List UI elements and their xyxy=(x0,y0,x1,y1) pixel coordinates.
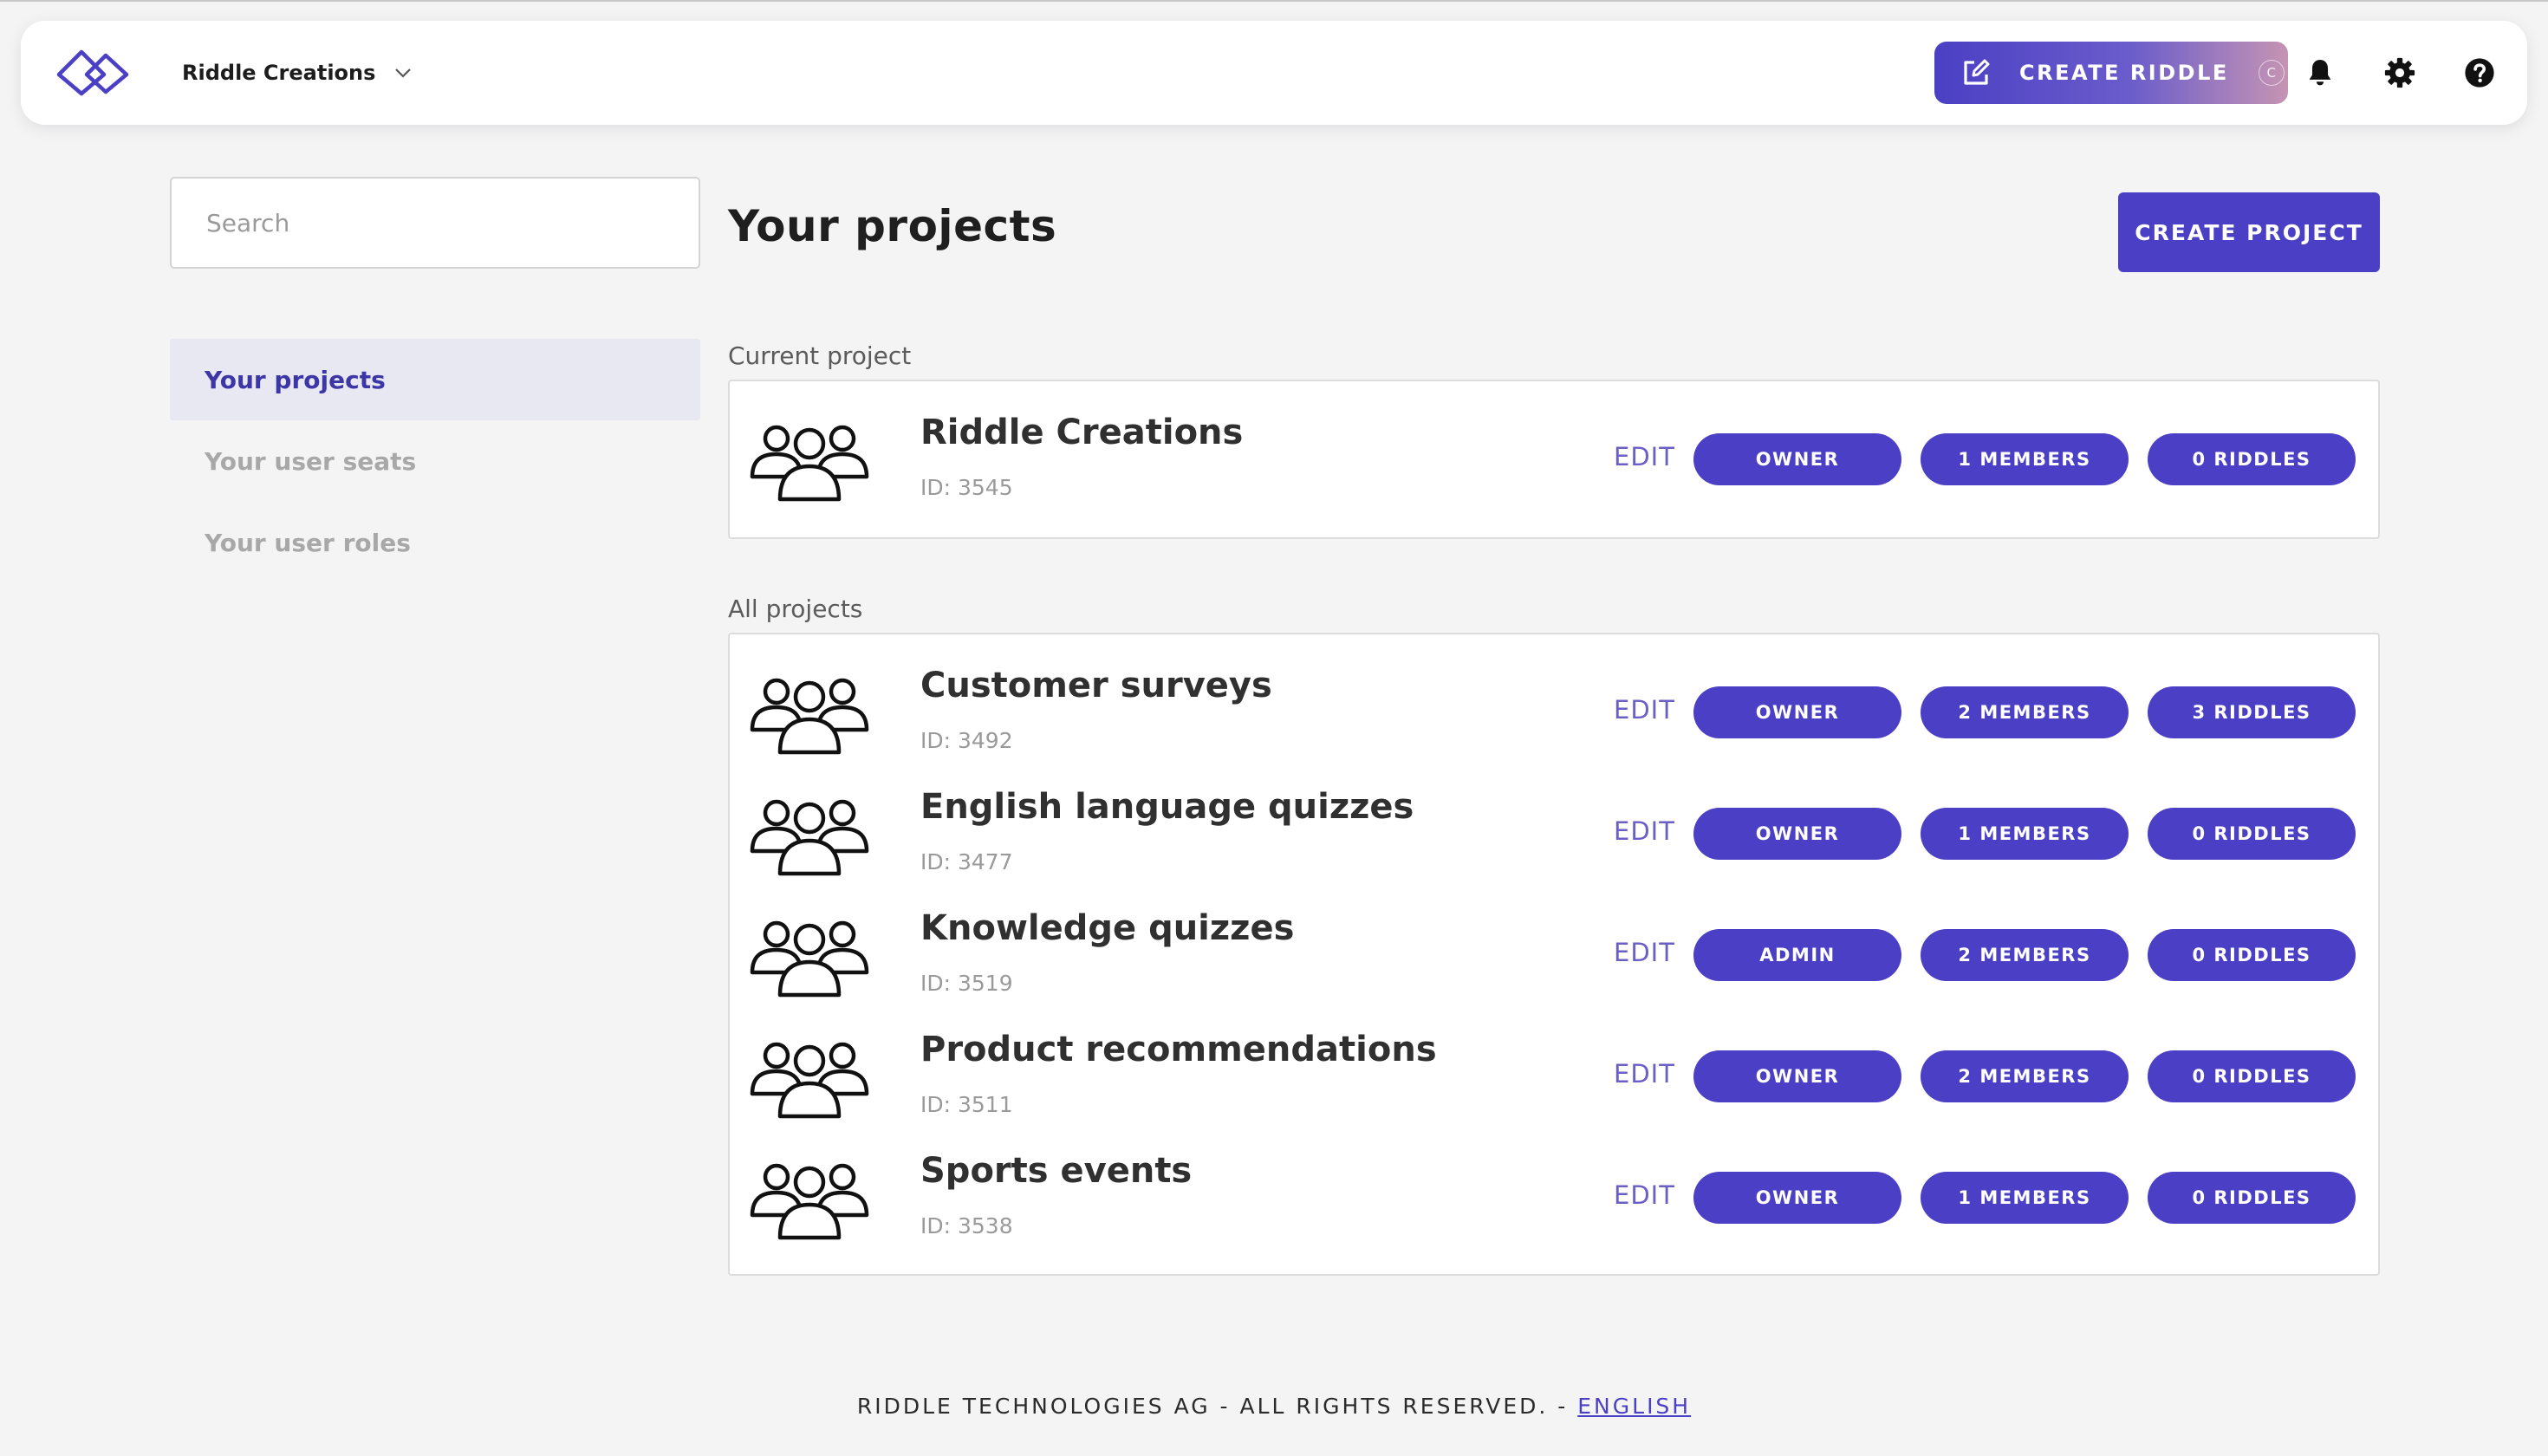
current-project-card: Riddle Creations ID: 3545 EDIT OWNER 1 M… xyxy=(728,380,2380,539)
people-group-icon xyxy=(747,419,872,503)
riddles-badge[interactable]: 0 RIDDLES xyxy=(2148,433,2356,485)
project-id: ID: 3492 xyxy=(920,728,1013,753)
footer: RIDDLE TECHNOLOGIES AG - ALL RIGHTS RESE… xyxy=(0,1394,2548,1419)
riddles-badge[interactable]: 0 RIDDLES xyxy=(2148,1172,2356,1224)
sidebar-item-your-user-roles[interactable]: Your user roles xyxy=(170,502,700,583)
people-group-icon xyxy=(747,1037,872,1120)
chevron-down-icon xyxy=(395,68,412,78)
top-header: Riddle Creations CREATE RIDDLE C xyxy=(21,21,2527,125)
riddles-badge[interactable]: 0 RIDDLES xyxy=(2148,1050,2356,1102)
riddles-badge[interactable]: 0 RIDDLES xyxy=(2148,929,2356,981)
footer-copyright: RIDDLE TECHNOLOGIES AG - ALL RIGHTS RESE… xyxy=(856,1394,1578,1419)
project-row: Customer surveys ID: 3492 EDIT OWNER 2 M… xyxy=(730,647,2378,768)
members-badge[interactable]: 1 MEMBERS xyxy=(1921,1172,2129,1224)
project-name: Riddle Creations xyxy=(920,413,1244,452)
project-switcher[interactable]: Riddle Creations xyxy=(182,57,412,88)
help-circle-icon[interactable] xyxy=(2463,56,2496,89)
edit-project-link[interactable]: EDIT xyxy=(1614,695,1675,725)
people-group-icon xyxy=(747,673,872,756)
project-name: English language quizzes xyxy=(920,787,1414,827)
riddles-badge[interactable]: 3 RIDDLES xyxy=(2148,686,2356,738)
edit-square-icon xyxy=(1964,59,1990,85)
project-id: ID: 3519 xyxy=(920,971,1013,996)
project-id: ID: 3545 xyxy=(920,475,1013,500)
people-group-icon xyxy=(747,915,872,998)
riddles-badge[interactable]: 0 RIDDLES xyxy=(2148,808,2356,860)
edit-project-link[interactable]: EDIT xyxy=(1614,1180,1675,1210)
project-name: Product recommendations xyxy=(920,1030,1437,1069)
search-input[interactable] xyxy=(170,177,700,269)
project-switcher-name: Riddle Creations xyxy=(182,61,376,85)
project-row: English language quizzes ID: 3477 EDIT O… xyxy=(730,768,2378,889)
members-badge[interactable]: 1 MEMBERS xyxy=(1921,433,2129,485)
project-id: ID: 3538 xyxy=(920,1213,1013,1238)
current-project-label: Current project xyxy=(728,341,912,370)
sidebar-item-label: Your user roles xyxy=(205,528,411,557)
project-id: ID: 3511 xyxy=(920,1092,1013,1117)
role-badge[interactable]: OWNER xyxy=(1693,1050,1901,1102)
edit-project-link[interactable]: EDIT xyxy=(1614,816,1675,846)
role-badge[interactable]: OWNER xyxy=(1693,433,1901,485)
project-row: Knowledge quizzes ID: 3519 EDIT ADMIN 2 … xyxy=(730,889,2378,1011)
sidebar-item-your-user-seats[interactable]: Your user seats xyxy=(170,420,700,502)
people-group-icon xyxy=(747,1158,872,1241)
create-project-button[interactable]: CREATE PROJECT xyxy=(2118,192,2380,272)
project-name: Sports events xyxy=(920,1151,1193,1191)
project-name: Knowledge quizzes xyxy=(920,908,1295,948)
create-riddle-label: CREATE RIDDLE xyxy=(2019,61,2229,85)
role-badge[interactable]: ADMIN xyxy=(1693,929,1901,981)
role-badge[interactable]: OWNER xyxy=(1693,1172,1901,1224)
role-badge[interactable]: OWNER xyxy=(1693,808,1901,860)
all-projects-card: Customer surveys ID: 3492 EDIT OWNER 2 M… xyxy=(728,633,2380,1276)
members-badge[interactable]: 2 MEMBERS xyxy=(1921,686,2129,738)
members-badge[interactable]: 1 MEMBERS xyxy=(1921,808,2129,860)
edit-project-link[interactable]: EDIT xyxy=(1614,442,1675,471)
bell-icon[interactable] xyxy=(2304,56,2337,89)
project-id: ID: 3477 xyxy=(920,849,1013,874)
sidebar-item-label: Your user seats xyxy=(205,446,417,476)
gear-icon[interactable] xyxy=(2383,56,2416,89)
riddle-logo[interactable] xyxy=(55,49,142,97)
create-riddle-button[interactable]: CREATE RIDDLE C xyxy=(1934,42,2288,104)
project-row: Product recommendations ID: 3511 EDIT OW… xyxy=(730,1011,2378,1132)
sidebar-item-label: Your projects xyxy=(205,365,386,394)
members-badge[interactable]: 2 MEMBERS xyxy=(1921,929,2129,981)
project-name: Customer surveys xyxy=(920,666,1272,705)
edit-project-link[interactable]: EDIT xyxy=(1614,938,1675,967)
page-title: Your projects xyxy=(728,201,1057,251)
role-badge[interactable]: OWNER xyxy=(1693,686,1901,738)
create-riddle-shortcut: C xyxy=(2258,60,2285,86)
all-projects-label: All projects xyxy=(728,595,863,623)
current-project-row: Riddle Creations ID: 3545 EDIT OWNER 1 M… xyxy=(730,393,2378,515)
language-link[interactable]: ENGLISH xyxy=(1577,1394,1691,1419)
members-badge[interactable]: 2 MEMBERS xyxy=(1921,1050,2129,1102)
edit-project-link[interactable]: EDIT xyxy=(1614,1059,1675,1089)
people-group-icon xyxy=(747,794,872,877)
window-top-border xyxy=(0,0,2548,2)
project-row: Sports events ID: 3538 EDIT OWNER 1 MEMB… xyxy=(730,1132,2378,1253)
sidebar-item-your-projects[interactable]: Your projects xyxy=(170,339,700,420)
